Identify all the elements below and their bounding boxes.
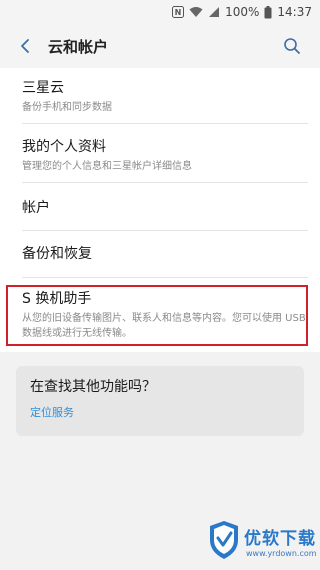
suggestion-card: 在查找其他功能吗？ 定位服务 <box>16 366 304 436</box>
list-item-title: 我的个人资料 <box>22 139 106 155</box>
divider <box>22 123 308 124</box>
list-item-accounts[interactable]: 帐户 <box>0 198 320 218</box>
clock: 14:37 <box>277 5 312 19</box>
page-title: 云和帐户 <box>48 37 109 56</box>
list-item-my-profile[interactable]: 我的个人资料 管理您的个人信息和三星帐户详细信息 <box>0 137 320 174</box>
signal-icon <box>208 6 220 18</box>
nfc-icon: N <box>172 6 185 18</box>
shield-logo-icon <box>210 521 238 559</box>
list-item-subtitle: 管理您的个人信息和三星帐户详细信息 <box>22 161 192 172</box>
highlight-frame <box>6 285 308 346</box>
list-item-title: 帐户 <box>22 200 50 216</box>
list-item-samsung-cloud[interactable]: 三星云 备份手机和同步数据 <box>0 78 320 115</box>
list-item-title: 备份和恢复 <box>22 246 92 262</box>
list-item-subtitle: 备份手机和同步数据 <box>22 102 112 113</box>
status-bar: N 100% 14:37 <box>0 0 320 24</box>
back-button[interactable] <box>12 32 40 60</box>
search-icon <box>284 38 300 54</box>
app-bar: 云和帐户 <box>0 24 320 68</box>
svg-text:N: N <box>175 8 182 17</box>
wifi-icon <box>189 6 203 18</box>
list-item-backup-restore[interactable]: 备份和恢复 <box>0 244 320 264</box>
divider <box>22 230 308 231</box>
chevron-left-icon <box>21 39 29 53</box>
watermark: 优软下载 www.yrdown.com <box>208 520 317 566</box>
location-services-link[interactable]: 定位服务 <box>30 404 74 420</box>
watermark-url: www.yrdown.com <box>246 549 317 558</box>
battery-percent: 100% <box>225 5 260 19</box>
list-item-title: 三星云 <box>22 80 64 96</box>
battery-icon <box>264 5 272 19</box>
divider <box>22 182 308 183</box>
watermark-brand: 优软下载 <box>244 529 316 549</box>
suggestion-title: 在查找其他功能吗？ <box>30 379 156 395</box>
search-button[interactable] <box>278 32 306 60</box>
divider <box>22 277 308 278</box>
